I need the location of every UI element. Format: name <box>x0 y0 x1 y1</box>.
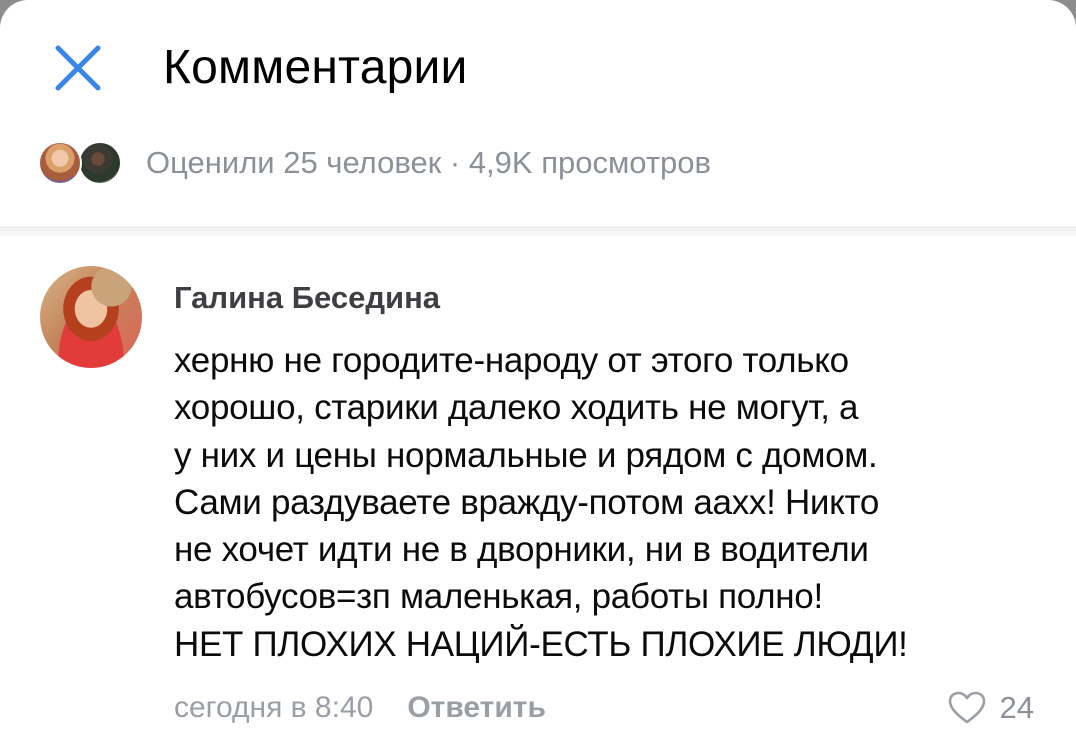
heart-icon <box>948 691 985 724</box>
comments-sheet: Комментарии Оценили 25 человек · 4,9K пр… <box>0 0 1076 739</box>
page-title: Комментарии <box>163 41 468 94</box>
close-button[interactable] <box>50 40 106 96</box>
header: Комментарии <box>0 0 1076 130</box>
comment-text: херню не городите-народу от этого только… <box>174 341 908 664</box>
liker-avatar <box>78 141 122 185</box>
comment-author[interactable]: Галина Беседина <box>174 280 440 316</box>
like-count: 24 <box>999 690 1034 725</box>
comment-item: Галина Беседина херню не городите-народу… <box>0 236 1076 739</box>
like-button[interactable]: 24 <box>948 686 1034 730</box>
divider <box>0 226 1076 236</box>
comment-timestamp: сегодня в 8:40 <box>174 691 374 724</box>
liker-avatar <box>38 141 82 185</box>
close-icon <box>55 45 101 91</box>
likes-views-text: Оценили 25 человек · 4,9K просмотров <box>146 145 711 180</box>
likes-summary[interactable]: Оценили 25 человек · 4,9K просмотров <box>38 138 711 188</box>
author-avatar[interactable] <box>40 266 142 368</box>
liker-avatars <box>38 139 130 187</box>
comment-footer: сегодня в 8:40 Ответить 24 <box>174 686 1044 730</box>
reply-button[interactable]: Ответить <box>407 691 546 725</box>
